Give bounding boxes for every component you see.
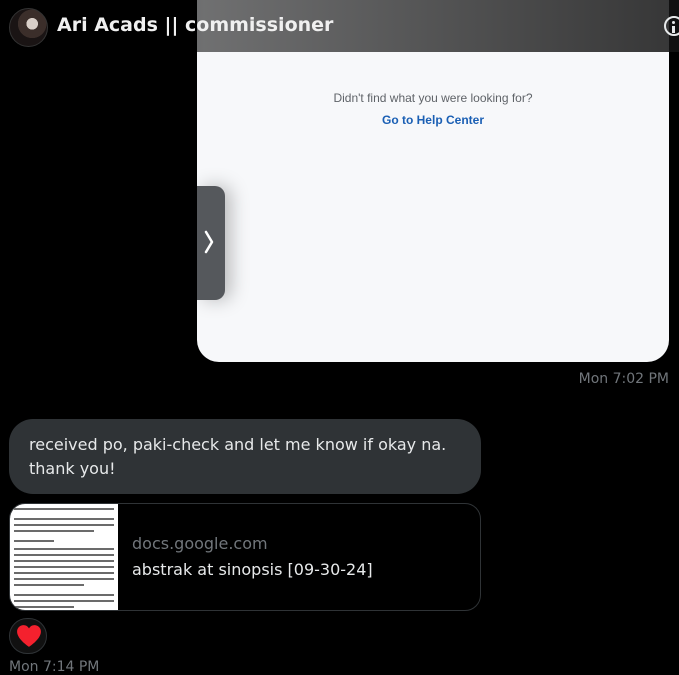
message-bubble[interactable]: received po, paki-check and let me know … xyxy=(9,419,481,494)
image-attachment[interactable]: Didn't find what you were looking for? G… xyxy=(197,0,669,362)
conversation-header: Ari Acads || commissioner xyxy=(0,0,679,52)
message-text: received po, paki-check and let me know … xyxy=(29,435,447,478)
reaction-timestamp: Mon 7:14 PM xyxy=(9,659,100,675)
reaction-badge[interactable] xyxy=(9,618,47,654)
avatar[interactable] xyxy=(9,8,48,47)
info-icon[interactable] xyxy=(664,16,679,36)
link-title: abstrak at sinopsis [09-30-24] xyxy=(132,560,373,579)
help-center-link: Go to Help Center xyxy=(381,113,484,127)
help-question-text: Didn't find what you were looking for? xyxy=(333,91,533,105)
link-domain: docs.google.com xyxy=(132,534,268,553)
message-timestamp: Mon 7:02 PM xyxy=(578,371,669,387)
document-thumbnail xyxy=(10,504,118,610)
chevron-right-icon xyxy=(204,230,214,254)
conversation-title[interactable]: Ari Acads || commissioner xyxy=(57,14,333,36)
heart-icon xyxy=(17,625,41,647)
side-panel-handle xyxy=(197,186,225,300)
link-preview-card[interactable]: docs.google.com abstrak at sinopsis [09-… xyxy=(9,503,481,611)
